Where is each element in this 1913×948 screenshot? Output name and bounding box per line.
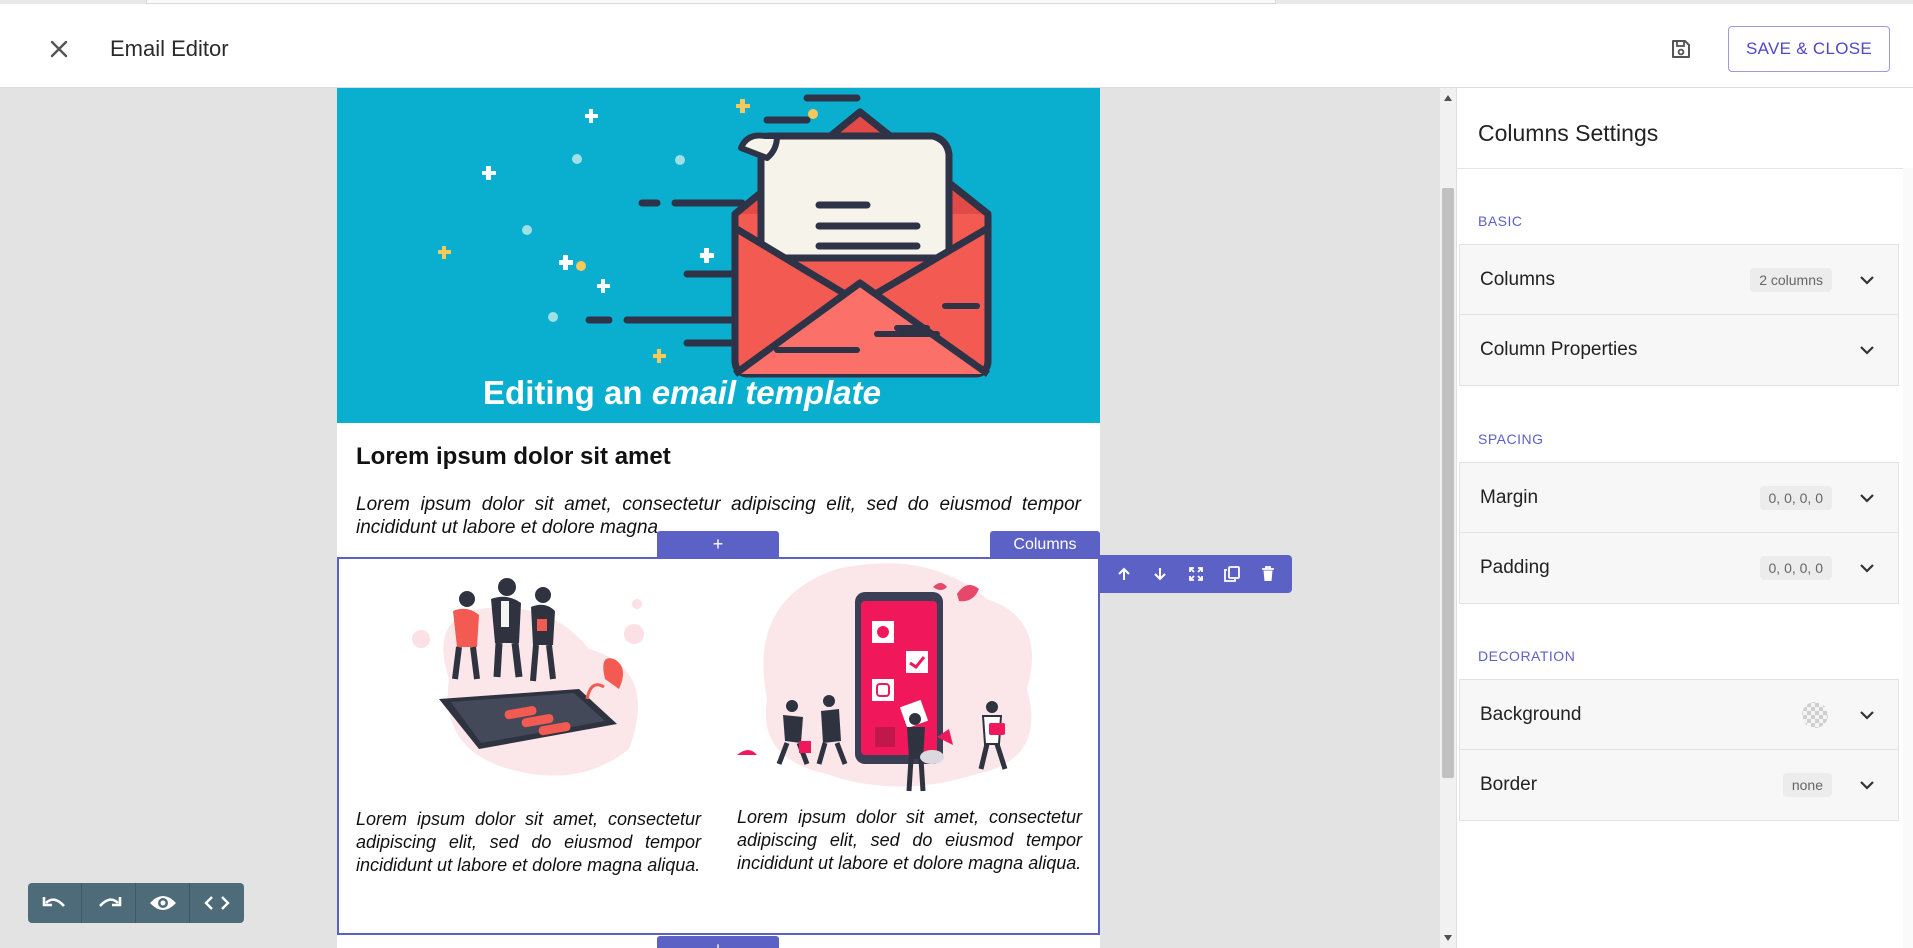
chevron-down-icon — [1860, 276, 1874, 285]
redo-button[interactable] — [82, 883, 136, 923]
eye-icon — [149, 896, 176, 910]
border-setting[interactable]: Border none — [1460, 750, 1898, 820]
background-label: Background — [1480, 703, 1582, 725]
chevron-down-icon — [1860, 346, 1874, 355]
chevron-down-icon — [1860, 564, 1874, 573]
app-title: Email Editor — [110, 36, 229, 61]
settings-panel: Columns Settings BASIC Columns 2 columns… — [1456, 88, 1913, 948]
background-setting[interactable]: Background — [1460, 680, 1898, 750]
save-button[interactable] — [1662, 30, 1700, 68]
column-properties-setting[interactable]: Column Properties — [1460, 315, 1898, 385]
padding-label: Padding — [1480, 557, 1550, 578]
save-and-close-button[interactable]: SAVE & CLOSE — [1728, 26, 1890, 72]
duplicate-icon — [1224, 566, 1240, 582]
canvas-scrollbar[interactable] — [1440, 88, 1456, 948]
transparent-swatch — [1802, 702, 1828, 728]
team-phone-illustration — [412, 578, 644, 776]
envelope-illustration — [438, 94, 992, 378]
hero-heading-plain: Editing an — [483, 374, 652, 411]
close-button[interactable] — [40, 30, 78, 68]
section-label-basic: BASIC — [1478, 213, 1523, 229]
scroll-down-arrow[interactable] — [1440, 930, 1456, 946]
chevron-down-icon — [1860, 494, 1874, 503]
history-toolbar — [28, 883, 244, 923]
columns-count-badge: 2 columns — [1750, 267, 1832, 292]
basic-group: Columns 2 columns Column Properties — [1459, 244, 1899, 386]
triangle-down-icon — [1444, 935, 1452, 941]
margin-value-badge: 0, 0, 0, 0 — [1759, 485, 1832, 510]
arrow-up-icon — [1118, 567, 1130, 580]
chevron-down-icon — [1860, 781, 1874, 790]
columns-row-tag: Columns — [990, 531, 1100, 559]
margin-label: Margin — [1480, 486, 1539, 508]
code-view-button[interactable] — [190, 883, 244, 923]
border-value-badge: none — [1782, 773, 1832, 797]
columns-setting-label: Columns — [1480, 268, 1555, 290]
decoration-group: Background Border none — [1459, 679, 1899, 821]
scroll-thumb[interactable] — [1442, 188, 1454, 778]
column-left[interactable]: Lorem ipsum dolor sit amet, consectetur … — [339, 559, 719, 933]
panel-scrollbar[interactable] — [1903, 168, 1913, 948]
social-media-illustration — [737, 563, 1032, 792]
move-down-button[interactable] — [1142, 555, 1178, 593]
preview-button[interactable] — [136, 883, 190, 923]
section-label-spacing: SPACING — [1478, 431, 1544, 447]
hero-heading-italic: email template — [651, 374, 881, 411]
add-row-below-button[interactable]: + — [657, 936, 779, 948]
columns-setting[interactable]: Columns 2 columns — [1460, 245, 1898, 315]
hero-heading: Editing an email template — [337, 374, 1027, 412]
margin-setting[interactable]: Margin 0, 0, 0, 0 — [1460, 463, 1898, 533]
spacing-group: Margin 0, 0, 0, 0 Padding 0, 0, 0, 0 — [1459, 462, 1899, 604]
add-row-above-button[interactable]: + — [657, 531, 779, 557]
section-label-decoration: DECORATION — [1478, 648, 1576, 664]
duplicate-button[interactable] — [1214, 555, 1250, 593]
triangle-up-icon — [1444, 95, 1452, 101]
scroll-up-arrow[interactable] — [1440, 90, 1456, 106]
column-left-text[interactable]: Lorem ipsum dolor sit amet, consectetur … — [356, 808, 701, 877]
floppy-disk-icon — [1672, 40, 1690, 58]
delete-button[interactable] — [1250, 555, 1286, 593]
editor-canvas: Editing an email template Lorem ipsum do… — [0, 88, 1440, 948]
column-right-text[interactable]: Lorem ipsum dolor sit amet, consectetur … — [737, 806, 1082, 875]
hero-banner[interactable]: Editing an email template — [337, 88, 1100, 423]
undo-button[interactable] — [28, 883, 82, 923]
email-template: Editing an email template Lorem ipsum do… — [337, 88, 1100, 948]
redo-icon — [98, 897, 121, 907]
undo-icon — [42, 897, 65, 907]
padding-setting[interactable]: Padding 0, 0, 0, 0 — [1460, 533, 1898, 603]
column-properties-label: Column Properties — [1480, 339, 1638, 360]
app-bar: Email Editor SAVE & CLOSE — [0, 4, 1913, 88]
expand-icon — [1189, 567, 1203, 581]
panel-title: Columns Settings — [1478, 120, 1659, 146]
code-icon — [204, 896, 230, 910]
arrow-down-icon — [1154, 568, 1166, 581]
content-heading[interactable]: Lorem ipsum dolor sit amet — [356, 443, 671, 471]
expand-button[interactable] — [1178, 555, 1214, 593]
chevron-down-icon — [1860, 711, 1874, 720]
border-label: Border — [1480, 774, 1538, 795]
selected-columns-row[interactable]: Lorem ipsum dolor sit amet, consectetur … — [337, 557, 1100, 935]
trash-icon — [1262, 566, 1274, 581]
panel-divider — [1457, 168, 1913, 169]
close-icon — [50, 40, 68, 58]
row-toolbar — [1100, 555, 1292, 593]
padding-value-badge: 0, 0, 0, 0 — [1759, 556, 1832, 580]
column-right[interactable]: Lorem ipsum dolor sit amet, consectetur … — [719, 559, 1099, 933]
move-up-button[interactable] — [1106, 555, 1142, 593]
